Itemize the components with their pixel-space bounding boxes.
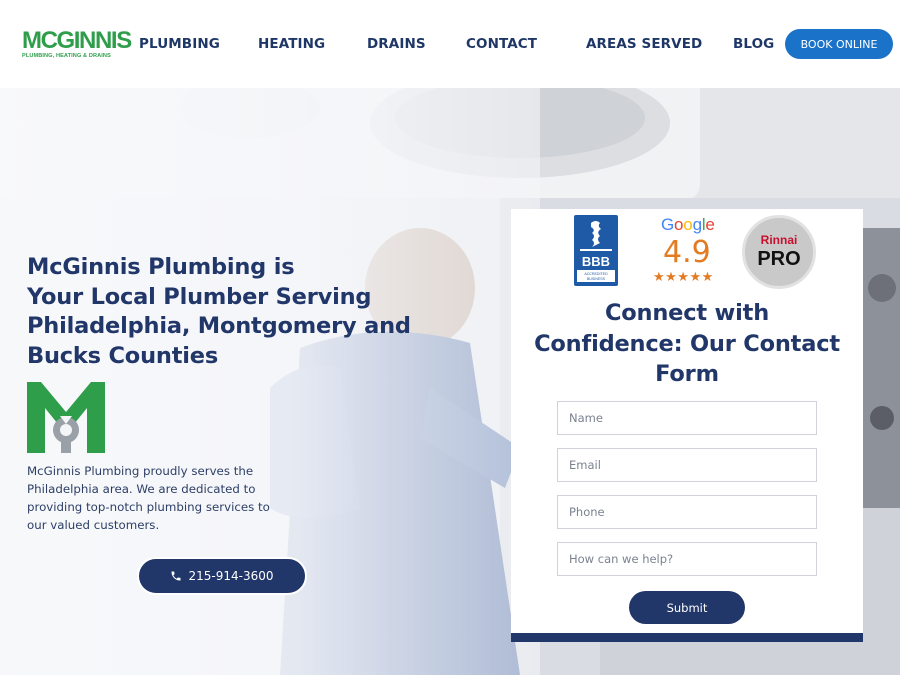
site-header: MCGINNIS PLUMBING, HEATING & DRAINS PLUM… [0, 0, 900, 88]
svg-text:BUSINESS: BUSINESS [587, 277, 606, 281]
mcginnis-m-logo-icon [27, 382, 105, 453]
rinnai-pro-badge: Rinnai PRO [742, 215, 816, 289]
call-phone-button[interactable]: 215-914-3600 [137, 557, 307, 595]
headline-line: McGinnis Plumbing is [27, 254, 295, 280]
email-field[interactable] [557, 448, 817, 482]
google-logo: Google [661, 215, 715, 234]
svg-text:ACCREDITED: ACCREDITED [584, 272, 608, 276]
logo-wordmark: MCGINNIS [22, 27, 132, 54]
nav-plumbing[interactable]: PLUMBING [139, 36, 220, 52]
rinnai-label: Rinnai [760, 233, 798, 247]
nav-heating[interactable]: HEATING [258, 36, 325, 52]
phone-number: 215-914-3600 [188, 569, 274, 583]
nav-drains[interactable]: DRAINS [367, 36, 426, 52]
form-title: Connect with Confidence: Our Contact For… [534, 300, 840, 387]
logo-tagline: PLUMBING, HEATING & DRAINS [22, 53, 111, 59]
phone-icon [171, 571, 181, 581]
nav-blog[interactable]: BLOG [733, 36, 774, 52]
phone-field[interactable] [557, 495, 817, 529]
headline-line: Philadelphia, Montgomery and [27, 313, 411, 339]
hero-intro-text: McGinnis Plumbing proudly serves the Phi… [27, 464, 270, 532]
contact-form-card: BBB ACCREDITED BUSINESS Google 4.9 ★★★★★… [511, 209, 863, 642]
bbb-label: BBB [582, 254, 610, 269]
headline-line: Your Local Plumber Serving [27, 283, 372, 310]
bbb-accredited-badge-icon: BBB ACCREDITED BUSINESS [574, 215, 618, 286]
google-rating: 4.9 [663, 235, 711, 270]
name-field[interactable] [557, 401, 817, 435]
hero-headline: McGinnis Plumbing is Your Local Plumber … [27, 253, 447, 371]
nav-areas-served[interactable]: AREAS SERVED [586, 36, 702, 52]
hero-section: McGinnis Plumbing is Your Local Plumber … [0, 88, 900, 675]
headline-line: Bucks Counties [27, 342, 219, 369]
card-bottom-bar [511, 633, 863, 642]
book-online-button[interactable]: BOOK ONLINE [785, 29, 893, 59]
rating-stars-icon: ★★★★★ [653, 270, 714, 285]
message-field[interactable] [557, 542, 817, 576]
rinnai-pro-label: PRO [757, 248, 801, 270]
nav-contact[interactable]: CONTACT [466, 36, 537, 52]
submit-button[interactable]: Submit [629, 591, 745, 624]
site-logo[interactable]: MCGINNIS PLUMBING, HEATING & DRAINS [22, 28, 132, 62]
